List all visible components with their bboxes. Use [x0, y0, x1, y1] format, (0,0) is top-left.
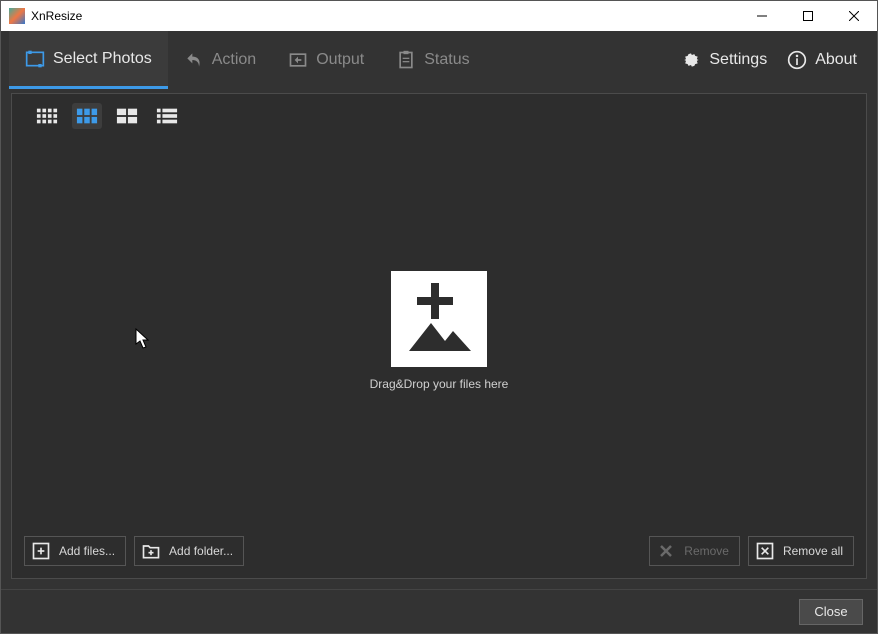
- drop-label: Drag&Drop your files here: [370, 377, 509, 391]
- settings-label: Settings: [709, 51, 767, 69]
- minimize-button[interactable]: [739, 1, 785, 31]
- remove-all-icon: [755, 541, 775, 561]
- window-title: XnResize: [31, 9, 739, 23]
- footer-toolbar: Add files... Add folder... Remove Remove…: [12, 524, 866, 578]
- app-body: Select Photos Action Output Status Setti…: [1, 31, 877, 633]
- tab-output[interactable]: Output: [272, 31, 380, 89]
- tab-label: Action: [212, 51, 256, 69]
- drop-area[interactable]: Drag&Drop your files here: [12, 138, 866, 524]
- tab-label: Status: [424, 51, 469, 69]
- remove-icon: [656, 541, 676, 561]
- undo-icon: [184, 50, 204, 70]
- info-icon: [787, 50, 807, 70]
- add-folder-label: Add folder...: [169, 544, 233, 558]
- close-window-button[interactable]: [831, 1, 877, 31]
- small-grid-icon: [36, 107, 58, 125]
- about-button[interactable]: About: [787, 50, 857, 70]
- tabbar: Select Photos Action Output Status Setti…: [1, 31, 877, 89]
- maximize-button[interactable]: [785, 1, 831, 31]
- add-photo-icon: [391, 271, 487, 367]
- titlebar: XnResize: [1, 1, 877, 31]
- remove-all-label: Remove all: [783, 544, 843, 558]
- medium-grid-icon: [76, 107, 98, 125]
- minimize-icon: [757, 11, 767, 21]
- tab-label: Output: [316, 51, 364, 69]
- remove-label: Remove: [684, 544, 729, 558]
- about-label: About: [815, 51, 857, 69]
- view-medium-grid-button[interactable]: [72, 103, 102, 129]
- add-files-button[interactable]: Add files...: [24, 536, 126, 566]
- content-panel: Drag&Drop your files here Add files... A…: [11, 93, 867, 579]
- remove-all-button[interactable]: Remove all: [748, 536, 854, 566]
- add-file-icon: [31, 541, 51, 561]
- tab-label: Select Photos: [53, 50, 152, 68]
- bottom-bar: Close: [1, 589, 877, 633]
- remove-button: Remove: [649, 536, 740, 566]
- maximize-icon: [803, 11, 813, 21]
- add-folder-icon: [141, 541, 161, 561]
- app-window: XnResize Select Photos Action: [0, 0, 878, 634]
- photo-icon: [25, 49, 45, 69]
- clipboard-icon: [396, 50, 416, 70]
- output-icon: [288, 50, 308, 70]
- list-icon: [156, 107, 178, 125]
- app-icon: [9, 8, 25, 24]
- tab-action[interactable]: Action: [168, 31, 272, 89]
- tab-status[interactable]: Status: [380, 31, 485, 89]
- view-large-grid-button[interactable]: [112, 103, 142, 129]
- drop-icon: [391, 271, 487, 367]
- close-icon: [849, 11, 859, 21]
- close-button[interactable]: Close: [799, 599, 863, 625]
- close-label: Close: [814, 604, 847, 619]
- add-folder-button[interactable]: Add folder...: [134, 536, 244, 566]
- large-grid-icon: [116, 107, 138, 125]
- view-toolbar: [12, 94, 866, 138]
- view-small-grid-button[interactable]: [32, 103, 62, 129]
- add-files-label: Add files...: [59, 544, 115, 558]
- view-list-button[interactable]: [152, 103, 182, 129]
- gear-icon: [681, 50, 701, 70]
- topright-actions: Settings About: [681, 31, 869, 89]
- tab-select-photos[interactable]: Select Photos: [9, 31, 168, 89]
- settings-button[interactable]: Settings: [681, 50, 767, 70]
- window-controls: [739, 1, 877, 31]
